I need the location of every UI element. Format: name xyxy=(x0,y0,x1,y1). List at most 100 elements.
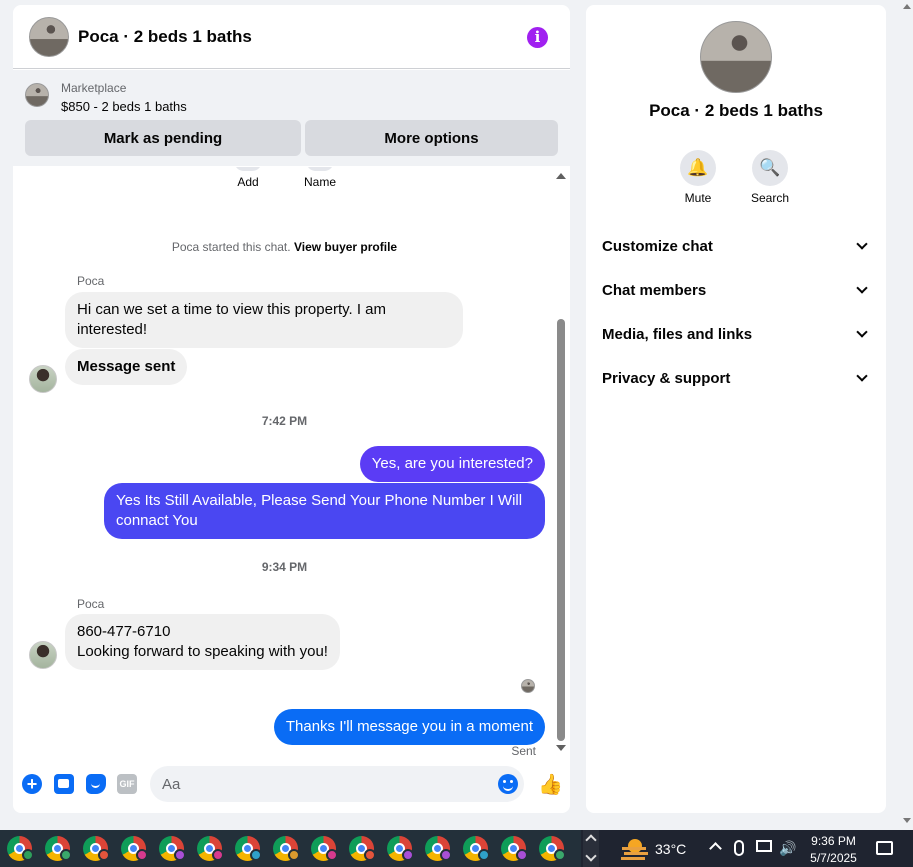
message-timestamp: 9:34 PM xyxy=(261,560,308,574)
message-timestamp: 7:42 PM xyxy=(261,414,308,428)
incoming-message[interactable]: Hi can we set a time to view this proper… xyxy=(65,292,463,348)
weather-temperature[interactable]: 33°C xyxy=(655,841,686,857)
chrome-icon[interactable] xyxy=(266,830,304,867)
thumbs-up-icon[interactable]: 👍 xyxy=(538,774,563,796)
started-text: Poca started this chat. xyxy=(171,240,291,254)
chrome-icon[interactable] xyxy=(190,830,228,867)
chrome-icon[interactable] xyxy=(456,830,494,867)
info-icon[interactable]: i xyxy=(527,27,548,48)
chrome-icon[interactable] xyxy=(114,830,152,867)
chrome-icon[interactable] xyxy=(380,830,418,867)
gif-icon[interactable]: GIF xyxy=(117,774,137,794)
weather-icon[interactable] xyxy=(622,839,646,859)
profile-badge-icon xyxy=(364,849,376,861)
chrome-icon[interactable] xyxy=(342,830,380,867)
chat-started-notice: Poca started this chat. View buyer profi… xyxy=(13,240,556,254)
plus-icon[interactable]: + xyxy=(22,774,42,794)
incoming-message[interactable]: 860-477-6710 Looking forward to speaking… xyxy=(65,614,340,670)
section-label: Customize chat xyxy=(602,237,713,255)
name-icon xyxy=(306,167,334,171)
profile-badge-icon xyxy=(440,849,452,861)
more-options-button[interactable]: More options xyxy=(305,120,558,156)
listing-avatar-large[interactable] xyxy=(700,21,772,93)
clock-date: 5/7/2025 xyxy=(810,851,857,865)
chrome-icon[interactable] xyxy=(152,830,190,867)
seen-indicator-avatar xyxy=(521,679,535,693)
microphone-icon[interactable] xyxy=(734,840,744,856)
listing-thumbnail[interactable] xyxy=(25,83,49,107)
chevron-down-icon xyxy=(856,370,868,382)
conversation-info-panel: Poca · 2 beds 1 baths 🔔 Mute 🔍 Search Cu… xyxy=(586,5,886,813)
chrome-icon[interactable] xyxy=(494,830,532,867)
profile-badge-icon xyxy=(22,849,34,861)
page-scroll-up-icon[interactable] xyxy=(903,4,911,9)
sender-name: Poca xyxy=(77,597,105,611)
listing-price[interactable]: $850 - 2 beds 1 baths xyxy=(61,99,187,114)
message-scrollbar[interactable] xyxy=(556,173,566,751)
listing-avatar[interactable] xyxy=(29,16,69,57)
scroll-down-arrow-icon[interactable] xyxy=(556,745,566,751)
chrome-icon[interactable] xyxy=(228,830,266,867)
notification-icon[interactable] xyxy=(876,841,893,855)
sender-avatar[interactable] xyxy=(29,641,57,669)
mark-pending-button[interactable]: Mark as pending xyxy=(25,120,301,156)
taskbar-scroll[interactable] xyxy=(583,830,599,867)
sticker-icon[interactable] xyxy=(86,774,106,794)
section-label: Chat members xyxy=(602,281,707,299)
chevron-down-icon xyxy=(856,282,868,294)
profile-badge-icon xyxy=(402,849,414,861)
outgoing-message[interactable]: Thanks I'll message you in a moment xyxy=(273,709,545,745)
page-scrollbar[interactable] xyxy=(903,0,913,830)
mute-label: Mute xyxy=(684,191,712,205)
scrollbar-thumb[interactable] xyxy=(557,319,565,741)
outgoing-message[interactable]: Yes, are you interested? xyxy=(359,446,545,482)
add-action[interactable]: Add xyxy=(218,167,278,189)
sender-name: Poca xyxy=(77,274,105,288)
search-label: Search xyxy=(750,191,790,205)
page-scroll-down-icon[interactable] xyxy=(903,818,911,823)
profile-badge-icon xyxy=(516,849,528,861)
message-input[interactable] xyxy=(150,766,524,802)
clock[interactable]: 9:36 PM 5/7/2025 xyxy=(806,833,861,867)
scroll-up-arrow-icon[interactable] xyxy=(556,173,566,179)
profile-badge-icon xyxy=(554,849,566,861)
profile-badge-icon xyxy=(478,849,490,861)
emoji-icon[interactable] xyxy=(498,774,518,794)
profile-badge-icon xyxy=(174,849,186,861)
image-icon[interactable] xyxy=(54,774,74,794)
message-line: Looking forward to speaking with you! xyxy=(77,643,328,660)
message-composer: + GIF 👍 xyxy=(13,763,570,813)
volume-icon[interactable]: 🔊 xyxy=(779,840,796,857)
network-icon[interactable] xyxy=(756,840,772,852)
chevron-down-icon[interactable] xyxy=(585,850,597,862)
chrome-icon[interactable] xyxy=(76,830,114,867)
profile-badge-icon xyxy=(98,849,110,861)
marketplace-label: Marketplace xyxy=(61,81,127,95)
chrome-icon[interactable] xyxy=(304,830,342,867)
chrome-icon[interactable] xyxy=(532,830,570,867)
chat-panel: Poca · 2 beds 1 baths i Marketplace $850… xyxy=(13,5,570,813)
search-button[interactable]: 🔍 Search xyxy=(735,150,805,205)
profile-badge-icon xyxy=(60,849,72,861)
sender-avatar[interactable] xyxy=(29,365,57,393)
chat-members-section[interactable]: Chat members xyxy=(602,276,870,304)
view-buyer-profile-link[interactable]: View buyer profile xyxy=(294,240,397,254)
privacy-support-section[interactable]: Privacy & support xyxy=(602,364,870,392)
phone-number: 860-477-6710 xyxy=(77,623,171,640)
taskbar-apps xyxy=(0,830,581,867)
name-action[interactable]: Name xyxy=(290,167,350,189)
chevron-down-icon xyxy=(856,326,868,338)
chrome-icon[interactable] xyxy=(38,830,76,867)
marketplace-banner: Marketplace $850 - 2 beds 1 baths Mark a… xyxy=(13,70,570,166)
outgoing-message[interactable]: Yes Its Still Available, Please Send You… xyxy=(104,483,545,539)
show-hidden-icons-icon[interactable] xyxy=(709,842,722,855)
incoming-message[interactable]: Message sent xyxy=(65,349,188,385)
customize-chat-section[interactable]: Customize chat xyxy=(602,232,870,260)
chrome-icon[interactable] xyxy=(418,830,456,867)
mute-button[interactable]: 🔔 Mute xyxy=(663,150,733,205)
chat-header: Poca · 2 beds 1 baths i xyxy=(13,5,570,69)
media-files-links-section[interactable]: Media, files and links xyxy=(602,320,870,348)
chevron-up-icon[interactable] xyxy=(585,834,597,846)
taskbar: 33°C 🔊 9:36 PM 5/7/2025 xyxy=(0,830,913,867)
chrome-icon[interactable] xyxy=(0,830,38,867)
